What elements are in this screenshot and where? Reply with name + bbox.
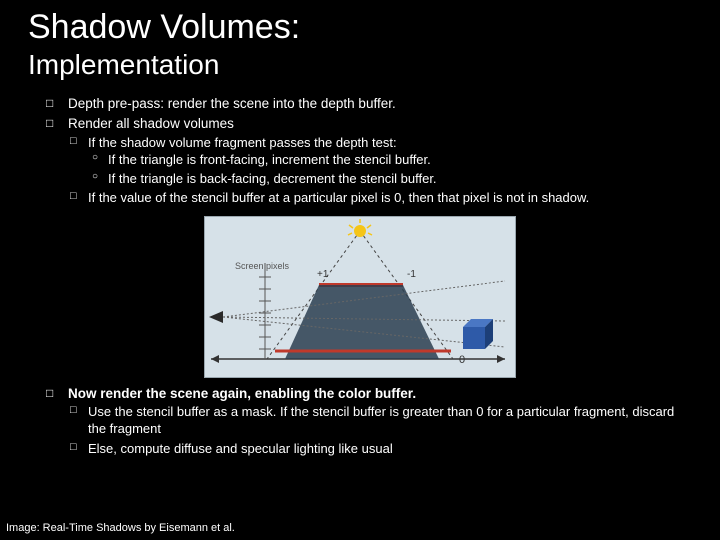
shadow-volume-diagram: +1 -1 0 Screen pixels <box>205 217 515 377</box>
bullet-depth-test: If the shadow volume fragment passes the… <box>68 134 692 188</box>
bullet-back-facing: If the triangle is back-facing, decremen… <box>88 170 692 188</box>
svg-text:+1: +1 <box>317 269 329 280</box>
slide-body: Shadow Volumes: Implementation Depth pre… <box>0 0 720 458</box>
bullet-text: If the value of the stencil buffer at a … <box>88 190 589 205</box>
bullet-stencil-zero: If the value of the stencil buffer at a … <box>68 189 692 207</box>
image-credit: Image: Real-Time Shadows by Eisemann et … <box>6 522 235 534</box>
bullet-text: If the triangle is back-facing, decremen… <box>108 171 437 186</box>
bullet-list-top: Depth pre-pass: render the scene into th… <box>28 95 692 207</box>
bullet-text: Now render the scene again, enabling the… <box>68 386 416 401</box>
bullet-text: Use the stencil buffer as a mask. If the… <box>88 404 674 437</box>
bullet-depth-prepass: Depth pre-pass: render the scene into th… <box>46 95 692 113</box>
bullet-render-again: Now render the scene again, enabling the… <box>46 385 692 458</box>
bullet-render-volumes: Render all shadow volumes If the shadow … <box>46 115 692 206</box>
svg-text:-1: -1 <box>407 269 416 280</box>
bullet-else-lighting: Else, compute diffuse and specular light… <box>68 440 692 458</box>
bullet-text: If the triangle is front-facing, increme… <box>108 152 431 167</box>
diagram-svg: +1 -1 0 <box>205 217 515 377</box>
sublist: If the triangle is front-facing, increme… <box>88 151 692 187</box>
bullet-text: Else, compute diffuse and specular light… <box>88 441 393 456</box>
screen-pixels-label: Screen pixels <box>235 261 289 271</box>
bullet-text: Depth pre-pass: render the scene into th… <box>68 96 396 111</box>
svg-text:0: 0 <box>459 354 465 366</box>
slide-subtitle: Implementation <box>28 49 692 81</box>
bullet-text: If the shadow volume fragment passes the… <box>88 135 397 150</box>
slide-title: Shadow Volumes: <box>28 8 692 47</box>
bullet-stencil-mask: Use the stencil buffer as a mask. If the… <box>68 403 692 438</box>
bullet-text: Render all shadow volumes <box>68 116 234 131</box>
bullet-list-bottom: Now render the scene again, enabling the… <box>28 385 692 458</box>
sublist: Use the stencil buffer as a mask. If the… <box>68 403 692 458</box>
bullet-front-facing: If the triangle is front-facing, increme… <box>88 151 692 169</box>
sublist: If the shadow volume fragment passes the… <box>68 134 692 207</box>
diagram-container: +1 -1 0 Screen pixels <box>28 217 692 377</box>
